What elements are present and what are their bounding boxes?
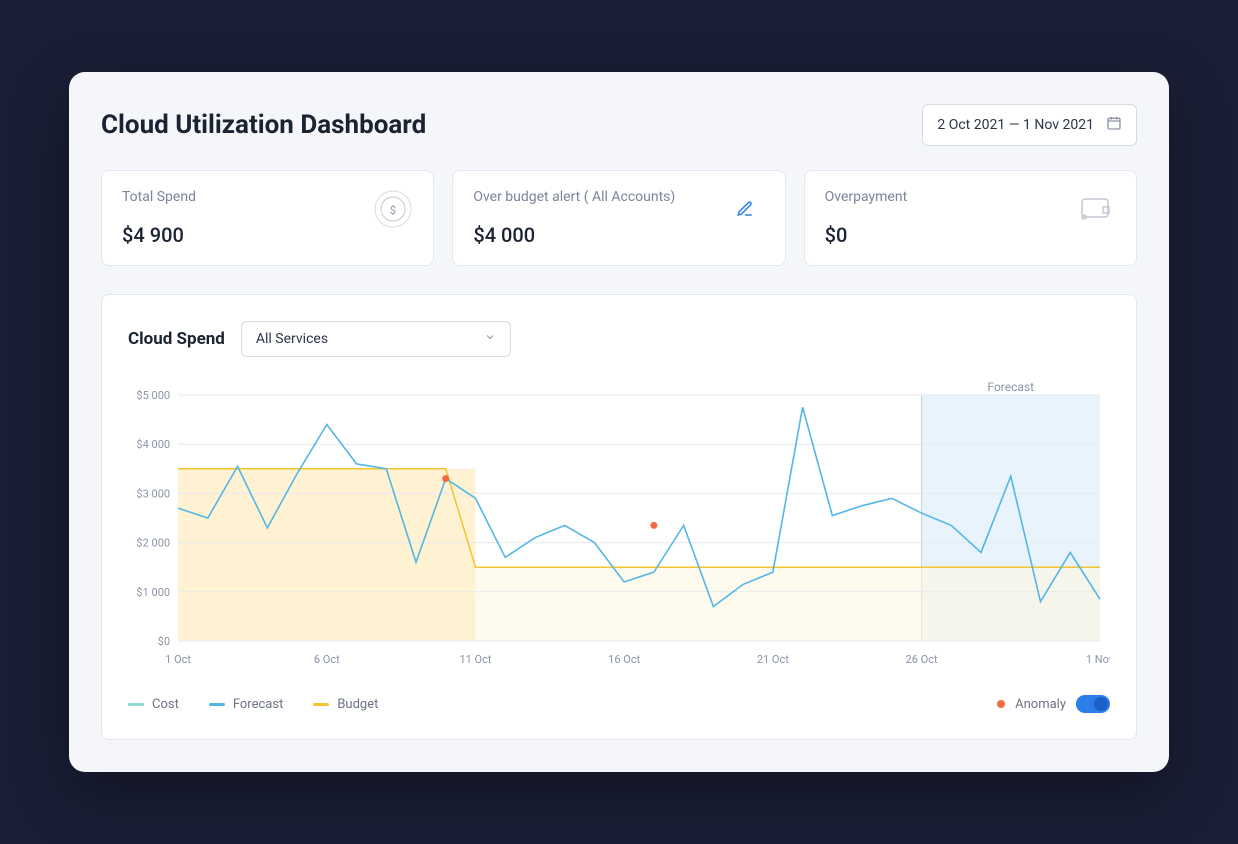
card-label: Overpayment [825, 189, 908, 205]
anomaly-dot-icon [997, 700, 1005, 708]
summary-cards: Total Spend $4 900 $ Over budget alert (… [101, 170, 1137, 266]
x-tick-label: 1 Oct [165, 653, 191, 666]
services-select[interactable]: All Services [241, 321, 511, 357]
card-label: Over budget alert ( All Accounts) [473, 189, 675, 205]
card-value: $4 000 [473, 223, 675, 247]
chart-area: Forecast $0 $1 000 $2 000 $3 000 $4 000 $5 000… [128, 377, 1110, 677]
card-value: $0 [825, 223, 908, 247]
x-tick-label: 1 Nov [1086, 653, 1110, 666]
legend-cost[interactable]: Cost [128, 697, 179, 712]
y-tick-label: $2 000 [136, 537, 170, 550]
x-tick-label: 26 Oct [906, 653, 938, 666]
legend-label: Cost [152, 697, 179, 712]
header: Cloud Utilization Dashboard 2 Oct 2021 —… [101, 104, 1137, 146]
chart-header: Cloud Spend All Services [128, 321, 1110, 357]
anomaly-point [442, 475, 449, 482]
x-tick-label: 16 Oct [608, 653, 640, 666]
budget-fill-a [178, 469, 475, 641]
anomaly-point [650, 522, 657, 529]
date-range-value: 2 Oct 2021 — 1 Nov 2021 [937, 117, 1094, 133]
card-over-budget: Over budget alert ( All Accounts) $4 000 [452, 170, 785, 266]
x-tick-label: 11 Oct [459, 653, 491, 666]
calendar-icon [1106, 115, 1122, 135]
chart-title: Cloud Spend [128, 329, 225, 349]
legend-swatch-budget [313, 703, 329, 706]
y-tick-label: $1 000 [136, 586, 170, 599]
legend-budget[interactable]: Budget [313, 697, 378, 712]
y-tick-label: $0 [158, 635, 170, 648]
dashboard: Cloud Utilization Dashboard 2 Oct 2021 —… [69, 72, 1169, 772]
legend-label: Forecast [233, 697, 283, 712]
y-tick-label: $5 000 [136, 389, 170, 402]
legend-forecast[interactable]: Forecast [209, 697, 283, 712]
card-label: Total Spend [122, 189, 196, 205]
legend-swatch-cost [128, 703, 144, 706]
y-tick-label: $4 000 [136, 438, 170, 451]
services-select-value: All Services [256, 331, 328, 347]
card-total-spend: Total Spend $4 900 $ [101, 170, 434, 266]
x-tick-label: 21 Oct [757, 653, 789, 666]
forecast-band-label: Forecast [987, 380, 1034, 394]
legend: Cost Forecast Budget Anomaly [128, 695, 1110, 713]
legend-label: Budget [337, 697, 378, 712]
chevron-down-icon [484, 331, 496, 347]
y-tick-label: $3 000 [136, 487, 170, 500]
budget-fill-b [475, 567, 1099, 641]
card-value: $4 900 [122, 223, 196, 247]
anomaly-toggle[interactable] [1076, 695, 1110, 713]
svg-text:$: $ [390, 204, 396, 217]
dollar-coin-icon: $ [373, 189, 413, 229]
legend-anomaly-label: Anomaly [1015, 697, 1066, 712]
wallet-icon [1076, 189, 1116, 229]
card-overpayment: Overpayment $0 [804, 170, 1137, 266]
chart-panel: Cloud Spend All Services Forecast $0 $1 00… [101, 294, 1137, 740]
date-range-picker[interactable]: 2 Oct 2021 — 1 Nov 2021 [922, 104, 1137, 146]
edit-icon[interactable] [725, 189, 765, 229]
page-title: Cloud Utilization Dashboard [101, 110, 426, 140]
x-tick-label: 6 Oct [314, 653, 340, 666]
legend-swatch-forecast [209, 703, 225, 706]
